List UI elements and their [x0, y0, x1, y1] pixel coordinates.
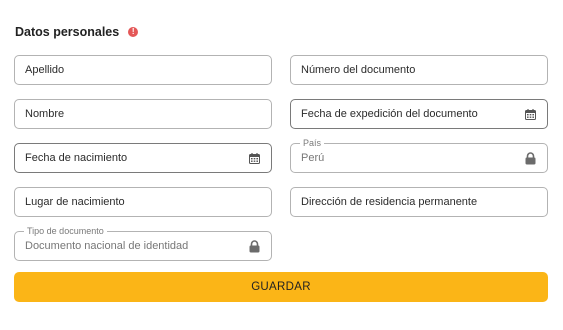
fecha-nacimiento-field[interactable]: Fecha de nacimiento	[14, 143, 272, 173]
fecha-nacimiento-label: Fecha de nacimiento	[25, 152, 128, 164]
direccion-field[interactable]: Dirección de residencia permanente	[290, 187, 548, 217]
apellido-label: Apellido	[25, 64, 65, 76]
nombre-field[interactable]: Nombre	[14, 99, 272, 129]
lock-icon	[247, 239, 261, 253]
pais-legend: País	[300, 137, 325, 149]
lugar-nacimiento-field[interactable]: Lugar de nacimiento	[14, 187, 272, 217]
section-title: Datos personales	[15, 25, 120, 39]
fecha-expedicion-field[interactable]: Fecha de expedición del documento	[290, 99, 548, 129]
pais-field: País Perú	[290, 137, 548, 173]
nombre-label: Nombre	[25, 108, 65, 120]
lock-icon	[523, 151, 537, 165]
tipo-documento-legend: Tipo de documento	[24, 225, 107, 237]
alert-icon: !	[128, 27, 139, 37]
apellido-field[interactable]: Apellido	[14, 55, 272, 85]
fecha-expedicion-label: Fecha de expedición del documento	[301, 108, 478, 120]
pais-value: Perú	[301, 152, 325, 164]
direccion-label: Dirección de residencia permanente	[301, 196, 478, 208]
calendar-icon[interactable]	[523, 107, 537, 121]
numero-documento-field[interactable]: Número del documento	[290, 55, 548, 85]
lugar-nacimiento-label: Lugar de nacimiento	[25, 196, 125, 208]
calendar-icon[interactable]	[247, 151, 261, 165]
numero-documento-label: Número del documento	[301, 64, 416, 76]
tipo-documento-field: Tipo de documento Documento nacional de …	[14, 225, 272, 261]
save-button[interactable]: GUARDAR	[14, 272, 548, 302]
tipo-documento-value: Documento nacional de identidad	[25, 240, 189, 252]
section-header: Datos personales !	[15, 25, 139, 39]
